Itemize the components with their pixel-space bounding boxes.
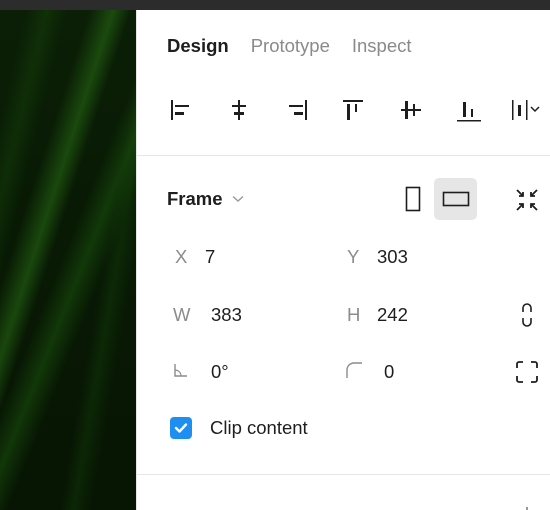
top-toolbar-strip — [0, 0, 550, 10]
h-value[interactable]: 242 — [377, 304, 408, 326]
chevron-down-icon — [232, 195, 243, 202]
portrait-orientation-button[interactable] — [391, 178, 434, 220]
w-label: W — [173, 304, 191, 325]
independent-corners-icon — [516, 361, 538, 383]
align-right-icon — [289, 100, 307, 120]
distribute-dropdown-button[interactable] — [509, 94, 550, 126]
tab-inspect[interactable]: Inspect — [352, 35, 412, 57]
x-label: X — [175, 246, 188, 267]
align-top-icon — [343, 100, 363, 120]
y-position-field[interactable]: Y 303 — [347, 242, 408, 272]
y-label: Y — [347, 246, 360, 267]
align-vertical-center-icon — [401, 101, 421, 119]
align-bottom-icon — [457, 102, 481, 122]
clip-content-toggle[interactable]: Clip content — [170, 417, 308, 439]
w-value[interactable]: 383 — [211, 304, 242, 326]
clip-content-label: Clip content — [210, 417, 308, 438]
checkmark-icon — [174, 423, 188, 433]
height-field[interactable]: H 242 — [347, 300, 408, 330]
width-field[interactable]: W 383 — [173, 300, 242, 330]
corner-radius-label — [345, 361, 384, 384]
properties-panel: Design Prototype Inspect Frame X 7 Y 303… — [136, 10, 550, 510]
panel-tabs: Design Prototype Inspect — [167, 35, 434, 57]
align-horizontal-center-button[interactable] — [224, 94, 254, 126]
rotation-label — [173, 361, 211, 383]
frame-preset-dropdown[interactable]: Frame — [167, 188, 244, 210]
align-bottom-button[interactable] — [454, 94, 484, 126]
section-divider — [137, 155, 550, 156]
section-divider-bottom — [137, 474, 550, 475]
rotation-field[interactable]: 0° — [173, 357, 229, 387]
portrait-icon — [405, 186, 420, 212]
h-label: H — [347, 304, 361, 325]
independent-corners-button[interactable] — [514, 358, 540, 386]
distribute-icon — [512, 100, 540, 120]
rotation-icon — [174, 364, 187, 377]
x-position-field[interactable]: X 7 — [175, 242, 215, 272]
x-value[interactable]: 7 — [205, 246, 215, 268]
frame-title: Frame — [167, 188, 223, 209]
landscape-icon — [442, 191, 469, 207]
align-top-button[interactable] — [338, 94, 368, 126]
alignment-toolbar — [137, 94, 550, 126]
align-right-button[interactable] — [282, 94, 312, 126]
align-left-button[interactable] — [166, 94, 196, 126]
resize-to-fit-button[interactable] — [509, 186, 545, 214]
align-horizontal-center-icon — [232, 100, 246, 120]
align-left-icon — [171, 100, 189, 120]
rotation-value[interactable]: 0° — [211, 361, 229, 383]
corner-radius-icon — [346, 361, 362, 378]
y-value[interactable]: 303 — [377, 246, 408, 268]
resize-to-fit-icon — [516, 189, 538, 211]
tab-prototype[interactable]: Prototype — [251, 35, 330, 57]
clip-content-checkbox[interactable] — [170, 417, 192, 439]
constrain-proportions-button[interactable] — [517, 300, 537, 330]
canvas-image-area[interactable] — [0, 10, 136, 510]
landscape-orientation-button[interactable] — [434, 178, 477, 220]
link-proportions-icon — [522, 303, 532, 327]
align-vertical-center-button[interactable] — [396, 94, 426, 126]
tab-design[interactable]: Design — [167, 35, 229, 57]
corner-radius-value[interactable]: 0 — [384, 361, 394, 383]
corner-radius-field[interactable]: 0 — [345, 357, 394, 387]
